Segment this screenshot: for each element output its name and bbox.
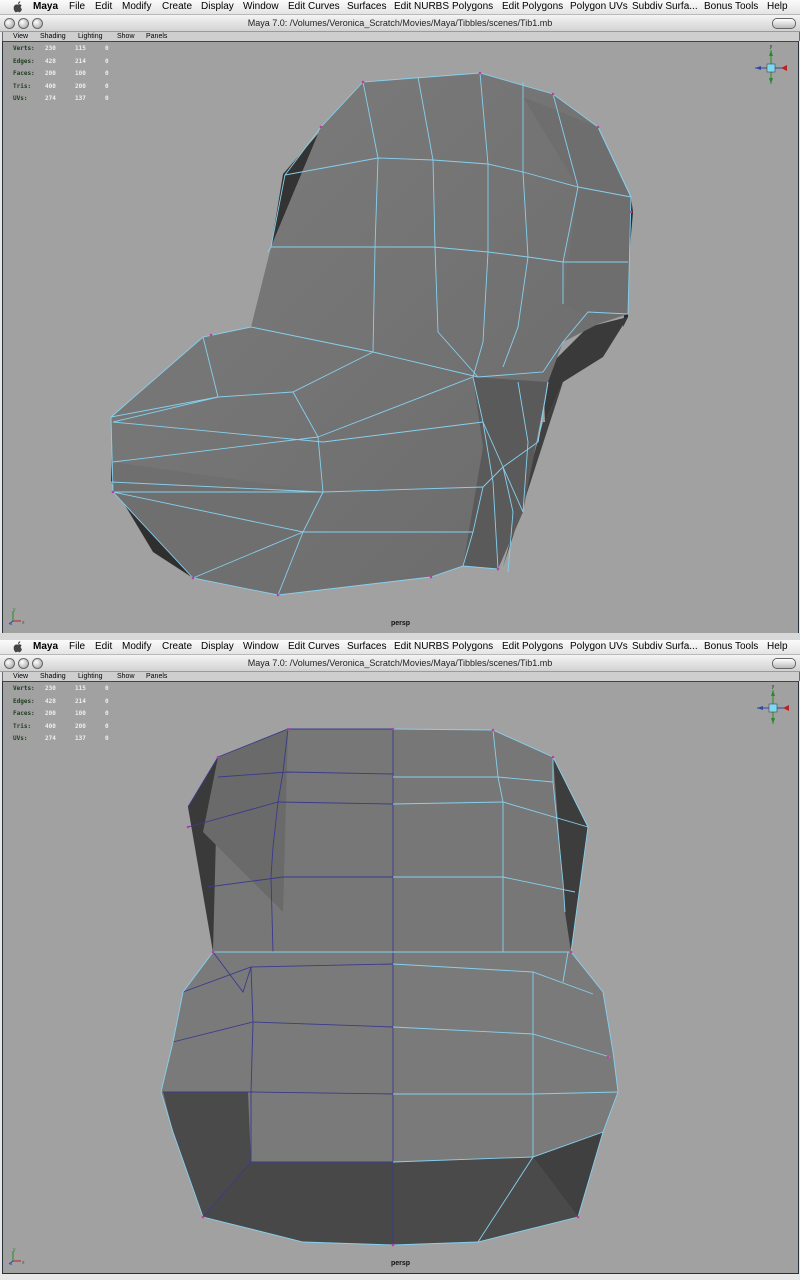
menu-bonus-tools[interactable]: Bonus Tools [704, 640, 758, 654]
svg-text:y: y [13, 1247, 16, 1253]
menu-modify[interactable]: Modify [122, 640, 151, 654]
toolbar-toggle-button[interactable] [772, 18, 796, 29]
menu-create[interactable]: Create [162, 0, 192, 14]
window-title-bar[interactable]: Maya 7.0: /Volumes/Veronica_Scratch/Movi… [0, 15, 800, 32]
minimize-window-button[interactable] [18, 658, 29, 669]
view-cube-icon[interactable]: y [753, 684, 793, 730]
hud-row-tris: Tris: 400 200 0 [13, 82, 109, 90]
menu-help[interactable]: Help [767, 640, 788, 654]
menu-subdiv-surfaces[interactable]: Subdiv Surfa... [632, 0, 698, 14]
hud-row-faces: Faces: 200 100 0 [13, 70, 109, 78]
mac-menu-bar: Maya File Edit Modify Create Display Win… [0, 0, 800, 15]
perspective-viewport[interactable]: Verts: 230 115 0 Edges: 428 214 0 Faces: 200 100… [2, 41, 799, 634]
menu-file[interactable]: File [69, 640, 85, 654]
menu-subdiv-surfaces[interactable]: Subdiv Surfa... [632, 640, 698, 654]
menu-file[interactable]: File [69, 0, 85, 14]
menu-modify[interactable]: Modify [122, 0, 151, 14]
view-cube-icon[interactable]: y [751, 44, 791, 90]
svg-text:y: y [772, 684, 775, 690]
panel-menu-panels[interactable]: Panels [146, 32, 167, 41]
menu-edit-nurbs[interactable]: Edit NURBS [394, 0, 449, 14]
minimize-window-button[interactable] [18, 18, 29, 29]
menu-help[interactable]: Help [767, 0, 788, 14]
menu-create[interactable]: Create [162, 640, 192, 654]
panel-menu-show[interactable]: Show [117, 672, 135, 681]
perspective-viewport[interactable]: Verts: 230 115 0 Edges: 428 214 0 Faces: 200 100… [2, 681, 799, 1274]
panel-menu-lighting[interactable]: Lighting [78, 32, 103, 41]
zoom-window-button[interactable] [32, 658, 43, 669]
menu-surfaces[interactable]: Surfaces [347, 640, 386, 654]
polygon-mesh-front[interactable] [3, 682, 798, 1273]
window-title-bar[interactable]: Maya 7.0: /Volumes/Veronica_Scratch/Movi… [0, 655, 800, 672]
window-title: Maya 7.0: /Volumes/Veronica_Scratch/Movi… [247, 18, 553, 28]
svg-text:y: y [770, 44, 773, 50]
menu-edit-polygons[interactable]: Edit Polygons [502, 640, 563, 654]
menu-window[interactable]: Window [243, 0, 279, 14]
panel-bottom-strip [0, 633, 800, 640]
panel-menu-view[interactable]: View [13, 32, 28, 41]
mac-menu-bar: Maya File Edit Modify Create Display Win… [0, 640, 800, 655]
menu-app-name[interactable]: Maya [33, 0, 58, 14]
hud-row-tris: Tris: 400 200 0 [13, 722, 109, 730]
camera-name-label: persp [390, 1260, 411, 1267]
menu-polygon-uvs[interactable]: Polygon UVs [570, 640, 628, 654]
hud-row-uvs: UVs: 274 137 0 [13, 95, 109, 103]
maya-window-bottom: Maya File Edit Modify Create Display Win… [0, 640, 800, 1280]
panel-menu-shading[interactable]: Shading [40, 32, 66, 41]
panel-menu-shading[interactable]: Shading [40, 672, 66, 681]
menu-surfaces[interactable]: Surfaces [347, 0, 386, 14]
svg-text:y: y [13, 607, 16, 613]
toolbar-toggle-button[interactable] [772, 658, 796, 669]
hud-row-edges: Edges: 428 214 0 [13, 57, 109, 65]
poly-count-hud: Verts: 230 115 0 Edges: 428 214 0 Faces: 200 100… [13, 43, 123, 106]
window-title: Maya 7.0: /Volumes/Veronica_Scratch/Movi… [247, 658, 553, 668]
menu-edit[interactable]: Edit [95, 0, 112, 14]
close-window-button[interactable] [4, 658, 15, 669]
close-window-button[interactable] [4, 18, 15, 29]
panel-menu-bar: View Shading Lighting Show Panels [2, 672, 800, 681]
menu-polygon-uvs[interactable]: Polygon UVs [570, 0, 628, 14]
menu-polygons[interactable]: Polygons [452, 640, 493, 654]
menu-display[interactable]: Display [201, 0, 234, 14]
menu-app-name[interactable]: Maya [33, 640, 58, 654]
hud-row-uvs: UVs: 274 137 0 [13, 735, 109, 743]
camera-name-label: persp [390, 620, 411, 627]
menu-window[interactable]: Window [243, 640, 279, 654]
panel-menu-show[interactable]: Show [117, 32, 135, 41]
hud-row-edges: Edges: 428 214 0 [13, 697, 109, 705]
polygon-mesh-perspective[interactable] [3, 42, 798, 633]
apple-menu-icon[interactable] [13, 641, 23, 653]
panel-menu-view[interactable]: View [13, 672, 28, 681]
menu-display[interactable]: Display [201, 640, 234, 654]
poly-count-hud: Verts: 230 115 0 Edges: 428 214 0 Faces: 200 100… [13, 683, 123, 746]
hud-row-faces: Faces: 200 100 0 [13, 710, 109, 718]
maya-window-top: Maya File Edit Modify Create Display Win… [0, 0, 800, 640]
menu-polygons[interactable]: Polygons [452, 0, 493, 14]
menu-edit[interactable]: Edit [95, 640, 112, 654]
zoom-window-button[interactable] [32, 18, 43, 29]
hud-row-verts: Verts: 230 115 0 [13, 685, 109, 692]
hud-row-verts: Verts: 230 115 0 [13, 45, 109, 52]
panel-menu-lighting[interactable]: Lighting [78, 672, 103, 681]
panel-menu-panels[interactable]: Panels [146, 672, 167, 681]
menu-edit-curves[interactable]: Edit Curves [288, 0, 340, 14]
menu-edit-polygons[interactable]: Edit Polygons [502, 0, 563, 14]
menu-bonus-tools[interactable]: Bonus Tools [704, 0, 758, 14]
menu-edit-nurbs[interactable]: Edit NURBS [394, 640, 449, 654]
menu-edit-curves[interactable]: Edit Curves [288, 640, 340, 654]
apple-menu-icon[interactable] [13, 1, 23, 13]
panel-menu-bar: View Shading Lighting Show Panels [2, 32, 800, 41]
